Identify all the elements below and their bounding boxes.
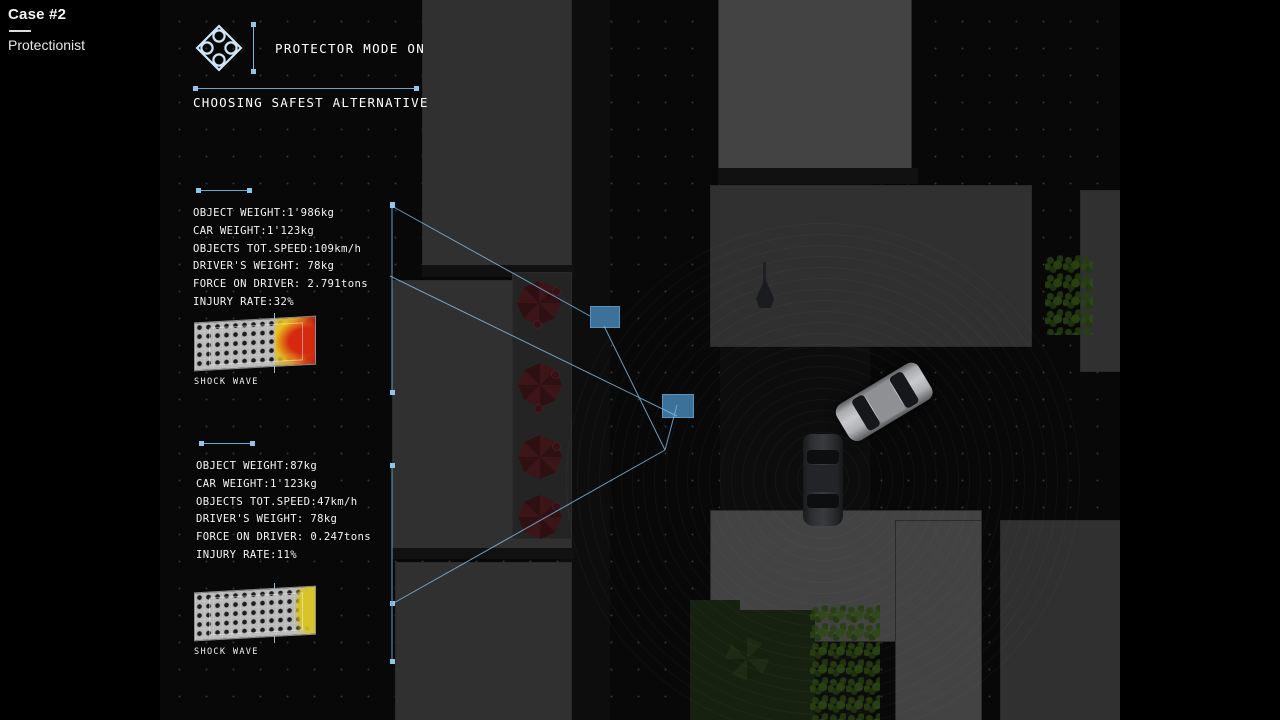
stat-objects-tot-speed: OBJECTS TOT.SPEED:109km/h [193,242,362,255]
title-divider [9,30,31,32]
umbrella-table-dot-1 [552,287,561,296]
stat-car-weight: CAR WEIGHT:1'123kg [193,224,315,237]
panel-1-stat-list: OBJECT WEIGHT:1'986kg CAR WEIGHT:1'123kg… [193,205,393,312]
hud-vertical-divider [251,22,256,74]
stats-panel-1: OBJECT WEIGHT:1'986kg CAR WEIGHT:1'123kg… [193,188,393,312]
stat-objects-tot-speed: OBJECTS TOT.SPEED:47km/h [196,495,358,508]
shock-wave-frame-1 [194,315,316,372]
shock-wave-tick-top-1 [274,313,275,322]
umbrella-table-dot-4 [534,404,543,413]
diamond-four-circles-icon [195,24,243,72]
lamp-pole [763,262,766,282]
panel-2-rail [199,441,255,446]
panel-2-stat-list: OBJECT WEIGHT:87kg CAR WEIGHT:1'123kg OB… [196,458,396,565]
target-highlight-pedestrian[interactable] [590,306,620,328]
shock-wave-inner-outline-2 [209,592,303,636]
protector-mode-screen: Case #2 Protectionist PROTECTOR MODE ON … [0,0,1280,720]
hud-status-rail [193,86,419,91]
stat-object-weight: OBJECT WEIGHT:87kg [196,460,318,472]
shock-wave-tick-bottom-1 [274,364,275,373]
stat-injury-rate: INJURY RATE:11% [196,548,297,561]
vegetation-right [1045,255,1093,335]
umbrella-table-dot-3 [551,370,560,379]
umbrella-table-dot-5 [552,442,561,451]
page-title: Case #2 [8,6,67,23]
hud-status-line: CHOOSING SAFEST ALTERNATIVE [193,86,429,110]
umbrella-table-dot-2 [533,320,542,329]
hud-status-text: CHOOSING SAFEST ALTERNATIVE [193,95,429,110]
umbrella-table-dot-6 [552,502,561,511]
shock-wave-label-1: SHOCK WAVE [194,377,259,387]
ego-car[interactable] [803,434,843,526]
target-highlight-vehicle[interactable] [662,394,694,418]
case-label: Case #2 Protectionist [8,6,85,53]
hud-header: PROTECTOR MODE ON [193,22,433,76]
stat-force-on-driver: FORCE ON DRIVER: 0.247tons [196,531,371,544]
ego-car-rear-window [807,494,839,508]
stat-drivers-weight: DRIVER'S WEIGHT: 78kg [193,260,335,273]
shock-wave-tick-bottom-2 [274,634,275,643]
lamp-head [756,278,774,308]
building-shadow-2 [392,548,574,559]
shock-wave-frame-2 [194,585,316,642]
shock-wave-tick-top-2 [274,583,275,592]
ego-car-windshield [807,450,839,464]
shock-wave-label-2: SHOCK WAVE [194,647,259,657]
shock-wave-widget-1: SHOCK WAVE [194,313,316,387]
building-lower-left [395,562,572,720]
stats-panel-2: OBJECT WEIGHT:87kg CAR WEIGHT:1'123kg OB… [196,441,396,565]
stat-object-weight: OBJECT WEIGHT:1'986kg [193,207,335,219]
building-top-right-a [718,0,912,172]
shock-wave-widget-2: SHOCK WAVE [194,583,316,657]
shock-wave-inner-outline-1 [209,322,303,366]
panel-1-rail [196,188,252,193]
street-lamp-icon [756,262,774,310]
stat-force-on-driver: FORCE ON DRIVER: 2.791tons [193,278,368,291]
protector-mode-status: PROTECTOR MODE ON [275,41,426,56]
ego-car-roof [808,465,838,492]
stat-car-weight: CAR WEIGHT:1'123kg [196,477,318,490]
stat-injury-rate: INJURY RATE:32% [193,295,294,308]
building-top-left [422,0,572,269]
case-subtitle: Protectionist [8,37,86,53]
building-shadow-3 [718,168,918,184]
stat-drivers-weight: DRIVER'S WEIGHT: 78kg [196,513,338,526]
